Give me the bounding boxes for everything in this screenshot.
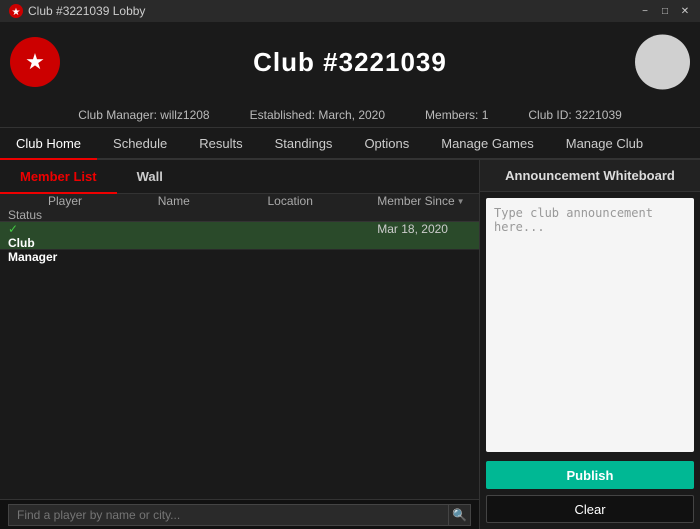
clear-button[interactable]: Clear: [486, 495, 694, 523]
nav-item-results[interactable]: Results: [183, 128, 258, 160]
nav-item-manage-games[interactable]: Manage Games: [425, 128, 550, 160]
whiteboard-title: Announcement Whiteboard: [480, 160, 700, 192]
search-icon: 🔍: [449, 504, 471, 526]
search-input[interactable]: [8, 504, 449, 526]
sub-tab-member-list[interactable]: Member List: [0, 160, 117, 194]
publish-button[interactable]: Publish: [486, 461, 694, 489]
header-name: Name: [150, 194, 260, 208]
header: ★ Club #3221039: [0, 22, 700, 102]
club-manager-info: Club Manager: willz1208: [78, 108, 209, 122]
club-id-info: Club ID: 3221039: [528, 108, 621, 122]
search-bar: 🔍: [0, 499, 479, 529]
club-title: Club #3221039: [253, 47, 447, 78]
title-bar-controls: − □ ✕: [638, 4, 692, 18]
svg-text:★: ★: [12, 7, 21, 18]
title-bar-text: Club #3221039 Lobby: [28, 4, 145, 18]
maximize-button[interactable]: □: [658, 4, 672, 18]
app-icon: ★: [8, 3, 24, 19]
row-status: Club Manager: [0, 236, 40, 264]
row-member-since: Mar 18, 2020: [369, 222, 479, 236]
sub-tabs: Member ListWall: [0, 160, 479, 194]
established-info: Established: March, 2020: [250, 108, 385, 122]
info-bar: Club Manager: willz1208 Established: Mar…: [0, 102, 700, 128]
nav-item-options[interactable]: Options: [348, 128, 425, 160]
right-panel: Announcement Whiteboard Publish Clear: [480, 160, 700, 529]
nav-item-manage-club[interactable]: Manage Club: [550, 128, 659, 160]
member-table: Player Name Location Member Since ▼ Stat…: [0, 194, 479, 499]
header-member-since[interactable]: Member Since ▼: [369, 194, 479, 208]
sub-tab-wall[interactable]: Wall: [117, 160, 183, 194]
title-bar: ★ Club #3221039 Lobby − □ ✕: [0, 0, 700, 22]
title-bar-left: ★ Club #3221039 Lobby: [8, 3, 145, 19]
header-status: Status: [0, 208, 40, 222]
main-content: Member ListWall Player Name Location Mem…: [0, 160, 700, 529]
minimize-button[interactable]: −: [638, 4, 652, 18]
sort-arrow: ▼: [457, 197, 465, 206]
close-button[interactable]: ✕: [678, 4, 692, 18]
table-row: ✓ Mar 18, 2020 Club Manager: [0, 222, 479, 250]
nav-item-club-home[interactable]: Club Home: [0, 128, 97, 160]
left-panel: Member ListWall Player Name Location Mem…: [0, 160, 480, 529]
app-logo: ★: [10, 37, 60, 87]
nav-item-standings[interactable]: Standings: [259, 128, 349, 160]
members-info: Members: 1: [425, 108, 488, 122]
header-location: Location: [260, 194, 370, 208]
header-player: Player: [40, 194, 150, 208]
avatar: [635, 35, 690, 90]
logo-star: ★: [25, 49, 45, 75]
nav-bar: Club HomeScheduleResultsStandingsOptions…: [0, 128, 700, 160]
table-header: Player Name Location Member Since ▼ Stat…: [0, 194, 479, 222]
row-checkmark: ✓: [0, 222, 40, 236]
whiteboard-textarea[interactable]: [486, 198, 694, 452]
nav-item-schedule[interactable]: Schedule: [97, 128, 183, 160]
